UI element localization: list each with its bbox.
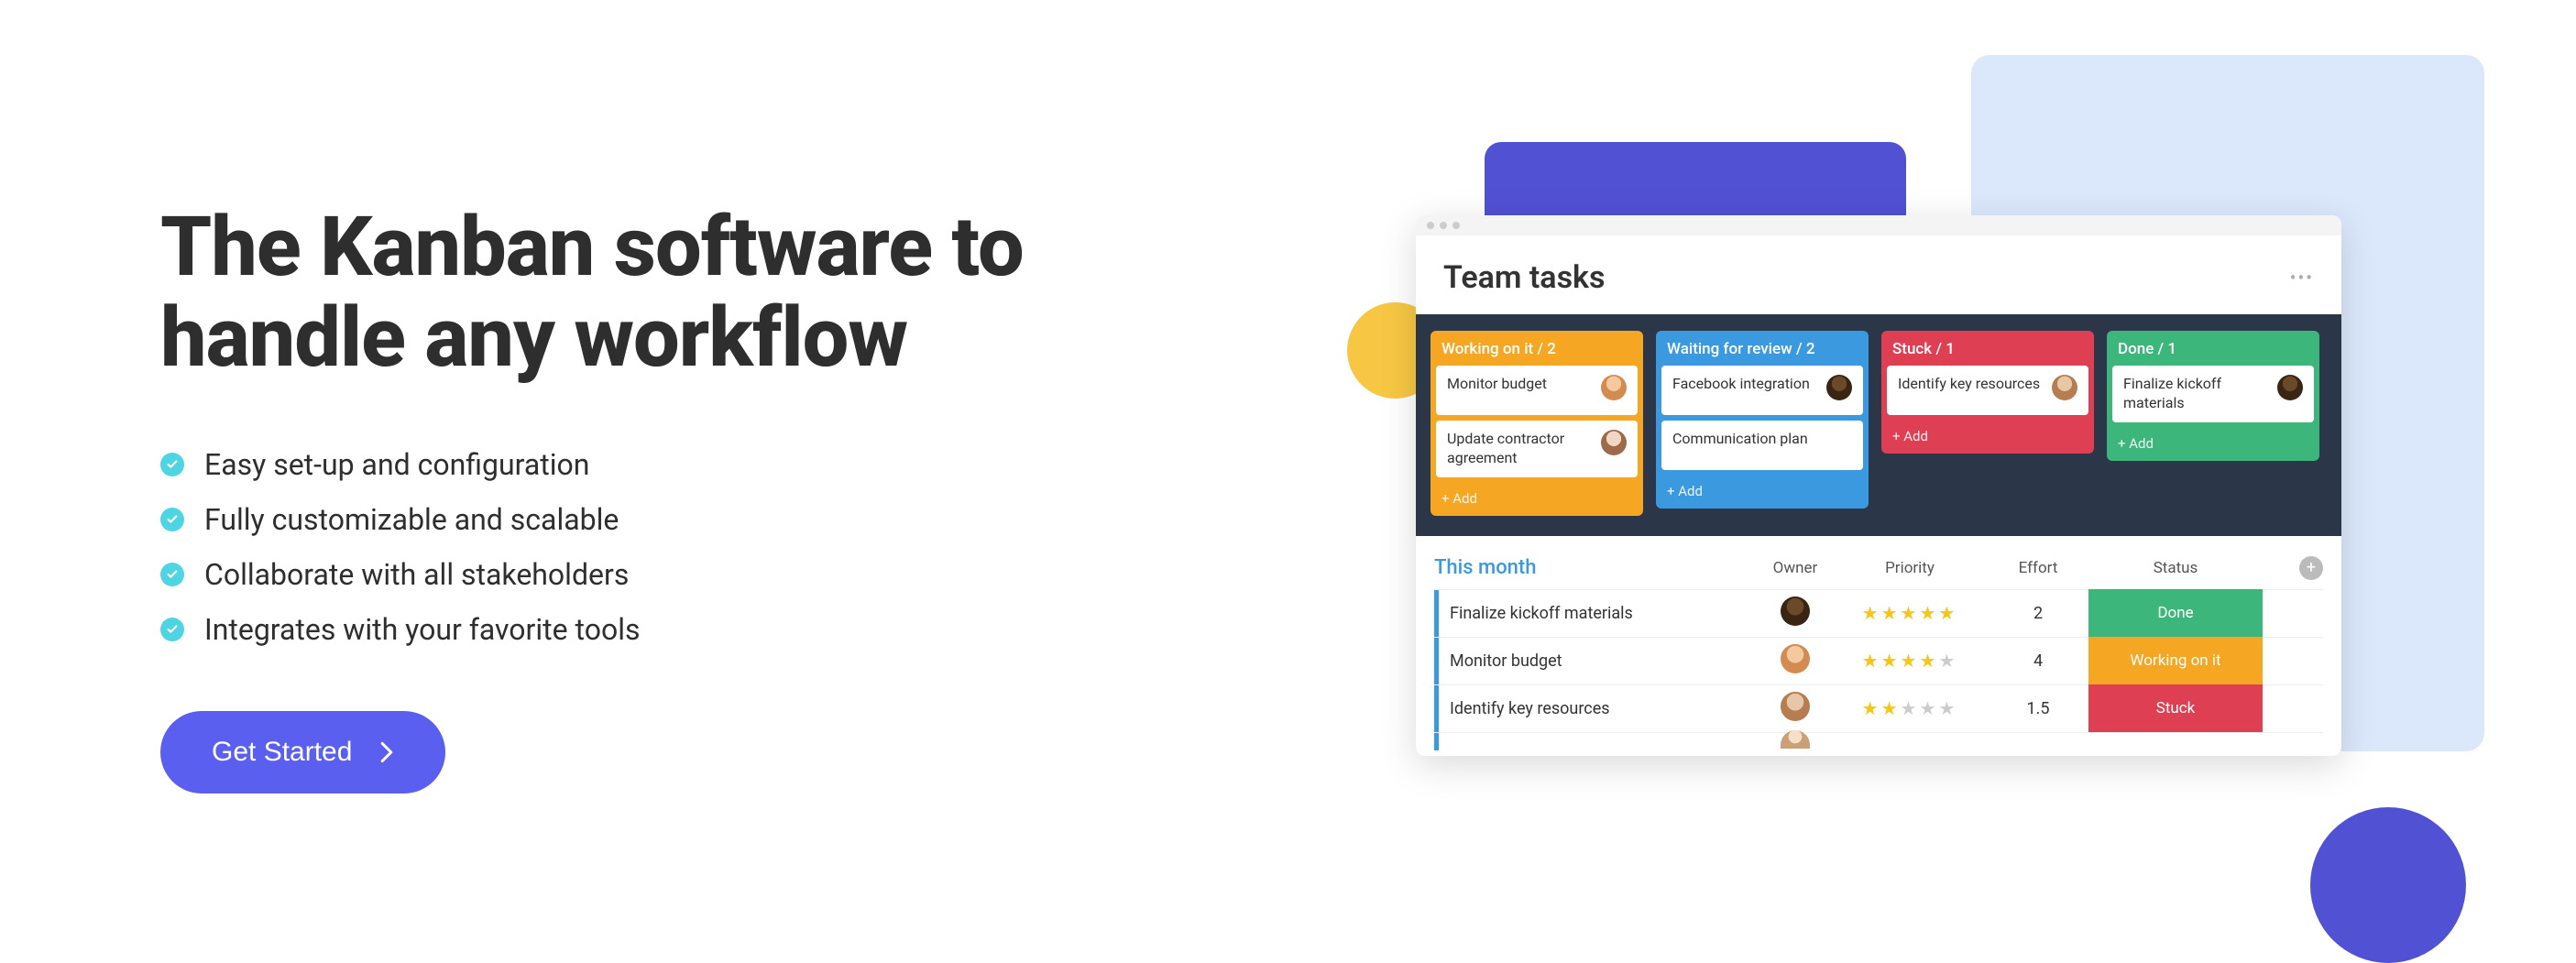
kanban-card[interactable]: Monitor budget bbox=[1436, 366, 1638, 415]
card-title: Finalize kickoff materials bbox=[2123, 375, 2277, 413]
row-owner bbox=[1759, 730, 1832, 752]
row-effort: 1.5 bbox=[1988, 699, 2088, 718]
table-section-title: This month bbox=[1434, 556, 1759, 579]
card-title: Monitor budget bbox=[1447, 375, 1601, 394]
check-icon bbox=[160, 618, 184, 641]
feature-item: Integrates with your favorite tools bbox=[160, 612, 1260, 647]
more-options-icon[interactable]: ••• bbox=[2290, 267, 2314, 289]
feature-text: Integrates with your favorite tools bbox=[204, 612, 641, 647]
column-header: Working on it / 2 bbox=[1431, 331, 1643, 366]
add-card-button[interactable]: + Add bbox=[2107, 428, 2319, 461]
kanban-board: Working on it / 2 Monitor budget Update … bbox=[1416, 314, 2341, 536]
column-header: Done / 1 bbox=[2107, 331, 2319, 366]
table-header-effort: Effort bbox=[1988, 559, 2088, 577]
avatar bbox=[2052, 375, 2077, 400]
feature-text: Easy set-up and configuration bbox=[204, 447, 589, 482]
table-header-status: Status bbox=[2088, 559, 2263, 577]
add-card-button[interactable]: + Add bbox=[1431, 483, 1643, 516]
check-icon bbox=[160, 563, 184, 586]
kanban-column-stuck: Stuck / 1 Identify key resources + Add bbox=[1881, 331, 2094, 454]
chevron-right-icon bbox=[379, 741, 394, 763]
status-badge: Working on it bbox=[2088, 637, 2263, 684]
get-started-button[interactable]: Get Started bbox=[160, 711, 445, 793]
check-icon bbox=[160, 508, 184, 531]
window-titlebar bbox=[1416, 215, 2341, 235]
row-status: Stuck bbox=[2088, 684, 2263, 732]
row-owner bbox=[1759, 596, 1832, 629]
check-icon bbox=[160, 453, 184, 476]
row-priority: ★★★★★ bbox=[1832, 602, 1988, 624]
avatar bbox=[1601, 375, 1627, 400]
avatar bbox=[1781, 644, 1810, 673]
window-dot-icon bbox=[1440, 222, 1447, 229]
table-row[interactable]: Identify key resources ★★★★★ 1.5 Stuck bbox=[1434, 684, 2323, 732]
cta-label: Get Started bbox=[212, 737, 352, 768]
board-header: Team tasks ••• bbox=[1416, 235, 2341, 314]
add-card-button[interactable]: + Add bbox=[1881, 421, 2094, 454]
table-header-priority: Priority bbox=[1832, 559, 1988, 577]
row-title: Finalize kickoff materials bbox=[1450, 604, 1759, 623]
kanban-card[interactable]: Communication plan bbox=[1661, 421, 1863, 470]
kanban-card[interactable]: Identify key resources bbox=[1887, 366, 2088, 415]
row-accent-bar bbox=[1434, 638, 1439, 684]
row-priority: ★★★★★ bbox=[1832, 650, 1988, 672]
table-header-owner: Owner bbox=[1759, 559, 1832, 577]
kanban-column-done: Done / 1 Finalize kickoff materials + Ad… bbox=[2107, 331, 2319, 461]
row-title: Monitor budget bbox=[1450, 651, 1759, 671]
row-title: Identify key resources bbox=[1450, 699, 1759, 718]
row-status: Done bbox=[2088, 589, 2263, 637]
row-accent-bar bbox=[1434, 733, 1439, 750]
hero-title: The Kanban software to handle any workfl… bbox=[160, 202, 1260, 383]
status-badge: Stuck bbox=[2088, 684, 2263, 732]
feature-text: Collaborate with all stakeholders bbox=[204, 557, 629, 592]
board-title: Team tasks bbox=[1443, 259, 1605, 296]
kanban-card[interactable]: Update contractor agreement bbox=[1436, 421, 1638, 477]
feature-item: Collaborate with all stakeholders bbox=[160, 557, 1260, 592]
card-title: Facebook integration bbox=[1672, 375, 1826, 394]
task-table: This month Owner Priority Effort Status … bbox=[1416, 536, 2341, 756]
row-effort: 2 bbox=[1988, 604, 2088, 623]
kanban-column-working: Working on it / 2 Monitor budget Update … bbox=[1431, 331, 1643, 516]
column-header: Stuck / 1 bbox=[1881, 331, 2094, 366]
window-dot-icon bbox=[1427, 222, 1434, 229]
avatar bbox=[1826, 375, 1852, 400]
column-header: Waiting for review / 2 bbox=[1656, 331, 1869, 366]
row-accent-bar bbox=[1434, 685, 1439, 732]
table-header-row: This month Owner Priority Effort Status … bbox=[1434, 551, 2323, 589]
card-title: Update contractor agreement bbox=[1447, 430, 1601, 468]
feature-list: Easy set-up and configuration Fully cust… bbox=[160, 447, 1260, 647]
feature-text: Fully customizable and scalable bbox=[204, 502, 619, 537]
window-dot-icon bbox=[1452, 222, 1460, 229]
row-status: Working on it bbox=[2088, 637, 2263, 684]
row-effort: 4 bbox=[1988, 651, 2088, 671]
table-row-partial bbox=[1434, 732, 2323, 750]
row-owner bbox=[1759, 644, 1832, 677]
status-badge: Done bbox=[2088, 589, 2263, 637]
row-accent-bar bbox=[1434, 590, 1439, 637]
kanban-card[interactable]: Finalize kickoff materials bbox=[2112, 366, 2314, 422]
kanban-column-waiting: Waiting for review / 2 Facebook integrat… bbox=[1656, 331, 1869, 509]
avatar bbox=[1781, 730, 1810, 749]
avatar bbox=[1601, 430, 1627, 455]
kanban-card[interactable]: Facebook integration bbox=[1661, 366, 1863, 415]
hero-section: The Kanban software to handle any workfl… bbox=[160, 202, 1260, 793]
avatar bbox=[2277, 375, 2303, 400]
row-priority: ★★★★★ bbox=[1832, 697, 1988, 719]
feature-item: Fully customizable and scalable bbox=[160, 502, 1260, 537]
avatar bbox=[1781, 692, 1810, 721]
add-card-button[interactable]: + Add bbox=[1656, 476, 1869, 509]
card-title: Identify key resources bbox=[1898, 375, 2052, 394]
app-mockup-window: Team tasks ••• Working on it / 2 Monitor… bbox=[1416, 215, 2341, 756]
add-column-icon[interactable]: + bbox=[2299, 556, 2323, 580]
card-title: Communication plan bbox=[1672, 430, 1852, 449]
table-row[interactable]: Finalize kickoff materials ★★★★★ 2 Done bbox=[1434, 589, 2323, 637]
table-row[interactable]: Monitor budget ★★★★★ 4 Working on it bbox=[1434, 637, 2323, 684]
feature-item: Easy set-up and configuration bbox=[160, 447, 1260, 482]
row-owner bbox=[1759, 692, 1832, 725]
avatar bbox=[1781, 596, 1810, 626]
